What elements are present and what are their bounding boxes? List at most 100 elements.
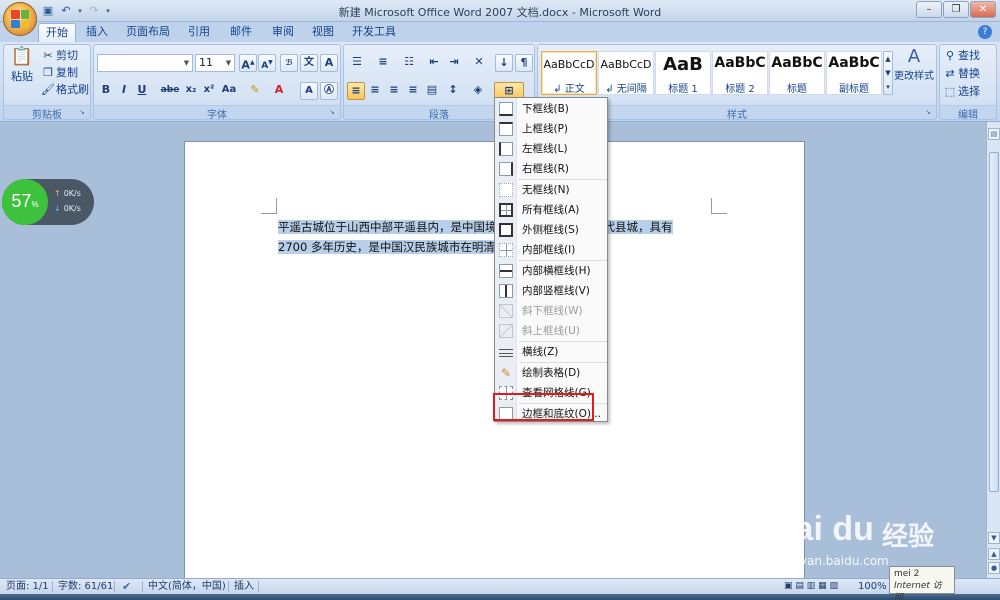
select-icon: ⬚ xyxy=(944,85,956,98)
styles-scroll-icon[interactable]: ▲ ▼ ▾ xyxy=(883,51,893,95)
font-color-icon[interactable]: A xyxy=(270,82,288,100)
paste-button[interactable]: 📋 粘贴 xyxy=(8,48,36,89)
view-buttons-icon[interactable]: ▣ ▤ ▥ ▦ ▧ xyxy=(784,579,838,594)
word-count[interactable]: 字数: 61/61 xyxy=(58,579,113,594)
menu-item-draw-table[interactable]: ✎ 绘制表格(D) xyxy=(495,363,607,383)
style-title[interactable]: AaBbC 标题 xyxy=(769,51,825,95)
styles-launcher-icon[interactable]: ↘ xyxy=(925,108,934,117)
shading-icon[interactable]: ◈ xyxy=(469,82,487,100)
multilevel-list-icon[interactable]: ☷ xyxy=(399,54,419,72)
style-sample: AaBbC xyxy=(771,55,823,71)
help-icon[interactable]: ? xyxy=(978,25,992,39)
document-text[interactable]: 平遥古城位于山西中部平遥县内，是中国境 全古代县城，具有 2700 多年历史，是中… xyxy=(278,217,698,257)
align-right-icon[interactable]: ≡ xyxy=(385,82,403,100)
distributed-icon[interactable]: ▤ xyxy=(423,82,441,100)
menu-item-diagonal-down[interactable]: 斜下框线(W) xyxy=(495,301,607,321)
decrease-indent-icon[interactable]: ⇤ xyxy=(425,54,443,72)
insert-mode[interactable]: 插入 xyxy=(234,579,254,594)
menu-item-outside-borders[interactable]: 外侧框线(S) xyxy=(495,220,607,240)
proofing-icon[interactable]: ✔ xyxy=(122,579,131,594)
menu-item-inside-borders[interactable]: 内部框线(I) xyxy=(495,240,607,260)
usage-percent-value: 57 xyxy=(11,191,32,211)
style-normal[interactable]: AaBbCcD ↲ 正文 xyxy=(541,51,597,95)
menu-item-all-borders[interactable]: 所有框线(A) xyxy=(495,200,607,220)
restore-button[interactable]: ❐ xyxy=(943,1,969,18)
style-heading-2[interactable]: AaBbC 标题 2 xyxy=(712,51,768,95)
page-count[interactable]: 页面: 1/1 xyxy=(6,579,49,594)
format-painter-button[interactable]: 🖌格式刷 xyxy=(40,81,89,99)
tab-page-layout[interactable]: 页面布局 xyxy=(122,23,174,42)
shrink-font-button[interactable]: A▼ xyxy=(258,54,276,72)
strikethrough-button[interactable]: abe xyxy=(159,82,181,100)
view-ruler-icon[interactable]: ▤ xyxy=(988,128,1000,140)
grow-font-button[interactable]: A▲ xyxy=(239,54,257,72)
superscript-button[interactable]: x² xyxy=(200,82,218,100)
scroll-thumb[interactable] xyxy=(989,152,999,492)
menu-item-bottom-border[interactable]: 下框线(B) xyxy=(495,99,607,119)
tab-developer[interactable]: 开发工具 xyxy=(348,23,400,42)
style-no-spacing[interactable]: AaBbCcD ↲ 无间隔 xyxy=(598,51,654,95)
numbering-icon[interactable]: ≡ xyxy=(373,54,393,72)
vertical-scrollbar[interactable]: ▤ ▼ ▲ ● xyxy=(986,122,1000,578)
scroll-down-icon[interactable]: ▼ xyxy=(988,532,1000,544)
italic-button[interactable]: I xyxy=(115,82,133,100)
tab-home[interactable]: 开始 xyxy=(38,23,76,42)
bold-button[interactable]: B xyxy=(97,82,115,100)
tab-references[interactable]: 引用 xyxy=(182,23,216,42)
align-left-icon[interactable]: ≡ xyxy=(347,82,365,100)
horizontal-line-icon xyxy=(499,345,513,359)
underline-button[interactable]: U xyxy=(133,82,151,100)
close-button[interactable]: ✕ xyxy=(970,1,996,18)
bullets-icon[interactable]: ☰ xyxy=(347,54,367,72)
language[interactable]: 中文(简体，中国) xyxy=(148,579,226,594)
style-heading-1[interactable]: AaB 标题 1 xyxy=(655,51,711,95)
tab-review[interactable]: 审阅 xyxy=(266,23,300,42)
font-size-combo[interactable]: 11 ▼ xyxy=(195,54,235,72)
enclose-character-button[interactable]: Ⓐ xyxy=(320,82,338,100)
select-button[interactable]: ⬚ 选择 xyxy=(942,83,980,101)
find-button[interactable]: ⚲ 查找 xyxy=(942,47,980,65)
menu-item-left-border[interactable]: 左框线(L) xyxy=(495,139,607,159)
align-center-icon[interactable]: ≡ xyxy=(366,82,384,100)
line-spacing-icon[interactable]: ↕ xyxy=(444,82,462,100)
change-styles-button[interactable]: A 更改样式 xyxy=(894,48,934,95)
phonetic-guide-button[interactable]: 文 xyxy=(300,54,318,72)
menu-item-right-border[interactable]: 右框线(R) xyxy=(495,159,607,179)
tab-insert[interactable]: 插入 xyxy=(80,23,114,42)
cut-button[interactable]: ✂ 剪切 xyxy=(40,47,78,65)
zoom-level[interactable]: 100% xyxy=(858,579,887,594)
font-name-combo[interactable]: ▼ xyxy=(97,54,193,72)
asian-layout-icon[interactable]: ✕ xyxy=(470,54,488,72)
justify-icon[interactable]: ≡ xyxy=(404,82,422,100)
tab-mailings[interactable]: 邮件 xyxy=(224,23,258,42)
menu-item-diagonal-up[interactable]: 斜上框线(U) xyxy=(495,321,607,341)
replace-button[interactable]: ⇄ 替换 xyxy=(942,65,980,83)
previous-page-icon[interactable]: ▲ xyxy=(988,548,1000,560)
increase-indent-icon[interactable]: ⇥ xyxy=(445,54,463,72)
office-button[interactable] xyxy=(3,2,37,36)
menu-item-no-border[interactable]: 无框线(N) xyxy=(495,180,607,200)
minimize-button[interactable]: – xyxy=(916,1,942,18)
clear-format-button[interactable]: ℬ xyxy=(280,54,298,72)
copy-button[interactable]: ❐ 复制 xyxy=(40,64,78,82)
tooltip-line: Internet 访问 xyxy=(894,581,942,600)
menu-item-top-border[interactable]: 上框线(P) xyxy=(495,119,607,139)
show-marks-icon[interactable]: ¶ xyxy=(515,54,533,72)
highlight-icon[interactable]: ✎ xyxy=(246,82,264,100)
sort-icon[interactable]: ↓ xyxy=(495,54,513,72)
menu-item-label: 横线(Z) xyxy=(522,346,559,358)
menu-item-horizontal-line[interactable]: 横线(Z) xyxy=(495,342,607,362)
menu-item-inside-vertical[interactable]: 内部竖框线(V) xyxy=(495,281,607,301)
clipboard-launcher-icon[interactable]: ↘ xyxy=(79,108,88,117)
subscript-button[interactable]: x₂ xyxy=(182,82,200,100)
browse-object-icon[interactable]: ● xyxy=(988,562,1000,574)
menu-item-inside-horizontal[interactable]: 内部横框线(H) xyxy=(495,261,607,281)
character-shading-button[interactable]: A xyxy=(300,82,318,100)
style-name: ↲ 无间隔 xyxy=(605,84,647,95)
style-subtitle[interactable]: AaBbC 副标题 xyxy=(826,51,882,95)
network-speed-widget[interactable]: 57% ↑ 0K/s ↓ 0K/s xyxy=(2,179,94,225)
change-case-button[interactable]: Aa xyxy=(218,82,240,100)
font-launcher-icon[interactable]: ↘ xyxy=(329,108,338,117)
character-border-button[interactable]: A xyxy=(320,54,338,72)
tab-view[interactable]: 视图 xyxy=(306,23,340,42)
